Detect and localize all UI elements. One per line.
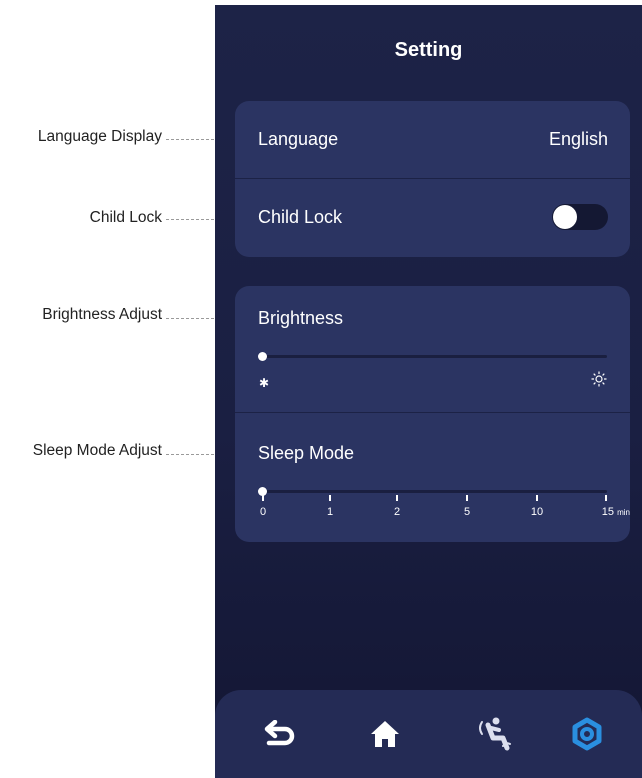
nav-settings-button[interactable] — [567, 716, 607, 756]
callout-brightness-adjust: Brightness Adjust — [42, 306, 162, 323]
bottom-nav-bar — [215, 690, 642, 778]
brightness-high-icon — [591, 371, 607, 392]
brightness-label: Brightness — [258, 308, 344, 328]
page-title: Setting — [394, 39, 463, 61]
toggle-knob — [553, 205, 577, 229]
sleep-mode-tick-label: 1 — [326, 506, 334, 518]
brightness-slider-track[interactable] — [262, 355, 607, 358]
sleep-mode-tick — [605, 495, 607, 501]
callout-child-lock: Child Lock — [89, 209, 162, 226]
sleep-mode-row: Sleep Mode 0 1 2 5 10 15 min — [235, 413, 630, 542]
child-lock-row: Child Lock — [235, 179, 630, 257]
display-settings-card: Brightness ✱ Sleep Mode 0 1 2 5 10 15 mi… — [235, 286, 630, 542]
sleep-mode-tick-value: 15 — [601, 506, 615, 518]
nav-massage-button[interactable] — [473, 716, 513, 756]
back-arrow-icon — [263, 719, 297, 753]
sleep-mode-tick — [329, 495, 331, 501]
child-lock-label: Child Lock — [258, 207, 343, 227]
sleep-mode-tick-label-last: 15 min — [580, 506, 630, 518]
sleep-mode-tick — [466, 495, 468, 501]
sleep-mode-tick-label: 2 — [393, 506, 401, 518]
sleep-mode-unit: min — [617, 508, 630, 517]
sleep-mode-tick — [536, 495, 538, 501]
sleep-mode-tick-label: 10 — [530, 506, 544, 518]
sleep-mode-tick-label: 0 — [259, 506, 267, 518]
brightness-low-icon: ✱ — [259, 376, 270, 390]
callout-language-display: Language Display — [37, 128, 162, 145]
gear-icon — [570, 717, 604, 756]
nav-home-button[interactable] — [365, 716, 405, 756]
brightness-slider-thumb[interactable] — [258, 352, 267, 361]
sleep-mode-tick-label: 5 — [463, 506, 471, 518]
home-icon — [369, 719, 401, 754]
general-settings-card: Language English Child Lock — [235, 101, 630, 257]
language-label: Language — [258, 129, 339, 149]
device-screen: Setting Language English Child Lock Brig… — [215, 5, 642, 778]
sleep-mode-label: Sleep Mode — [258, 443, 355, 463]
massage-chair-icon — [474, 716, 512, 757]
child-lock-toggle[interactable] — [552, 204, 608, 230]
nav-back-button[interactable] — [260, 716, 300, 756]
sleep-mode-tick — [396, 495, 398, 501]
callout-sleep-mode-adjust: Sleep Mode Adjust — [32, 442, 162, 459]
sleep-mode-tick — [262, 495, 264, 501]
sleep-mode-slider-track[interactable] — [262, 490, 607, 493]
language-row[interactable]: Language English — [235, 101, 630, 178]
language-value[interactable]: English — [549, 129, 608, 150]
brightness-row: Brightness ✱ — [235, 286, 630, 412]
